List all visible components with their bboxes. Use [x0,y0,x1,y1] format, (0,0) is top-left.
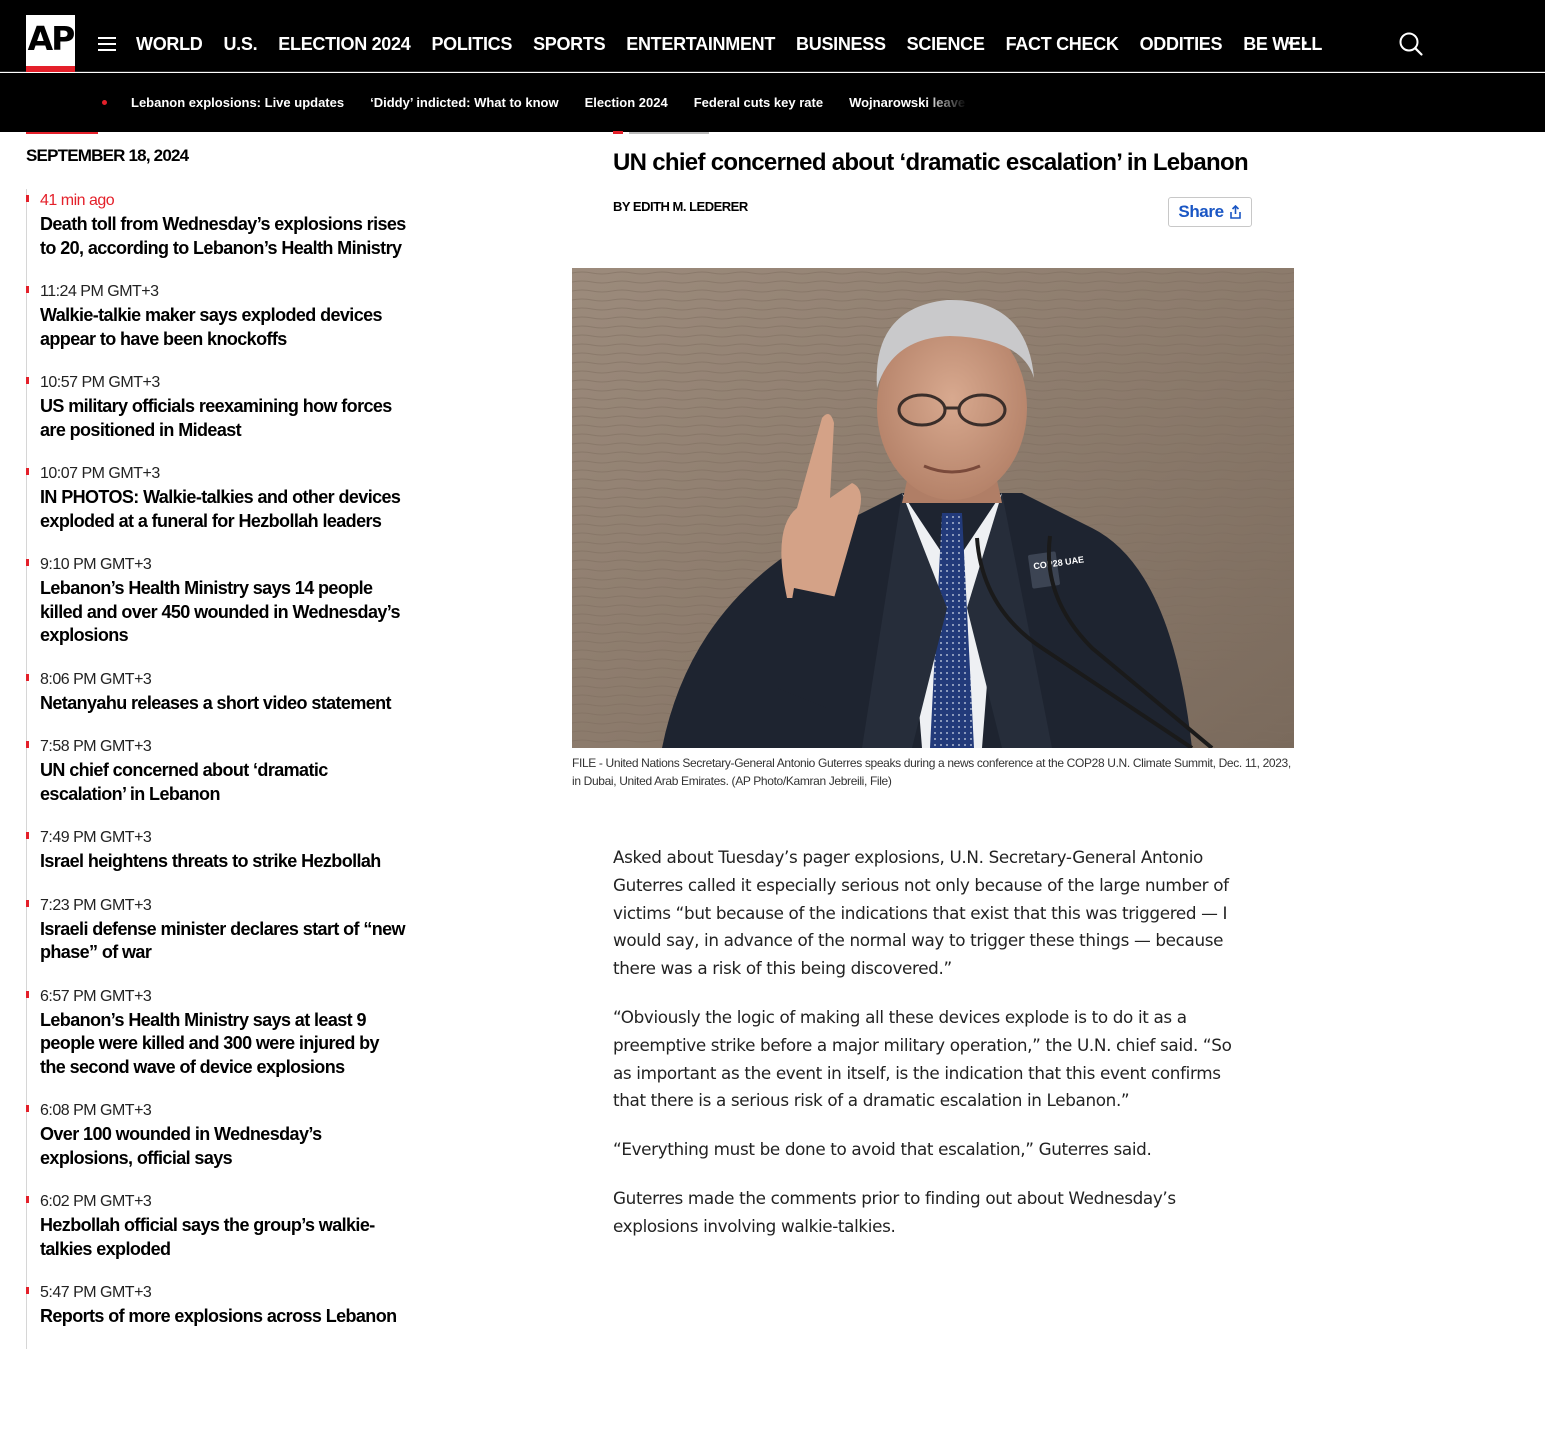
timeline-headline[interactable]: Netanyahu releases a short video stateme… [40,692,406,716]
nav-politics[interactable]: POLITICS [431,30,512,58]
timeline-time: 10:07 PM GMT+3 [40,465,160,482]
timeline-time: 11:24 PM GMT+3 [40,283,159,300]
article-body: Asked about Tuesday’s pager explosions, … [613,844,1253,1262]
timeline-item[interactable]: 6:57 PM GMT+3 Lebanon’s Health Ministry s… [26,984,406,1099]
article-title: UN chief concerned about ‘dramatic escal… [613,149,1249,176]
trending-list: Lebanon explosions: Live updates ‘Diddy’… [131,93,965,112]
timeline-time: 8:06 PM GMT+3 [40,670,152,688]
nav-oddities[interactable]: ODDITIES [1140,30,1223,58]
timeline-headline[interactable]: US military officials reexamining how fo… [40,395,406,442]
timeline-time: 9:10 PM GMT+3 [40,556,152,573]
timeline-item[interactable]: 11:24 PM GMT+3 Walkie-talkie maker says e… [26,280,406,371]
trending-item[interactable]: Federal cuts key rate [694,93,823,112]
timeline-time: 7:58 PM GMT+3 [40,738,152,755]
nav-election-2024[interactable]: ELECTION 2024 [278,30,410,58]
timeline-item[interactable]: 7:49 PM GMT+3 Israel heightens threats to… [26,826,406,894]
live-timeline: 41 min ago Death toll from Wednesday’s ex… [26,189,406,1349]
nav-us[interactable]: U.S. [223,30,257,58]
timeline-marker [26,673,29,681]
timeline-item[interactable]: 6:08 PM GMT+3 Over 100 wounded in Wednesd… [26,1099,406,1190]
timeline-item[interactable]: 5:47 PM GMT+3 Reports of more explosions … [26,1281,406,1349]
timeline-marker [26,832,29,839]
timeline-item[interactable]: 7:58 PM GMT+3 UN chief concerned about ‘d… [26,735,406,826]
paragraph: Asked about Tuesday’s pager explosions, … [613,847,1229,979]
timeline-item[interactable]: 7:23 PM GMT+3 Israeli defense minister de… [26,893,406,985]
timeline-date: SEPTEMBER 18, 2024 [26,146,189,165]
byline: BY EDITH M. LEDERER [613,199,748,214]
timeline-headline[interactable]: Hezbollah official says the group’s walk… [40,1214,406,1261]
nav-science[interactable]: SCIENCE [907,30,985,58]
section-nav: WORLD U.S. ELECTION 2024 POLITICS SPORTS… [136,30,1343,58]
nav-be-well[interactable]: BE WELL [1243,30,1322,58]
hamburger-menu-icon[interactable] [98,37,116,51]
timeline-item[interactable]: 10:07 PM GMT+3 IN PHOTOS: Walkie-talkies … [26,462,406,553]
timeline-marker [26,195,29,202]
timeline-item[interactable]: 41 min ago Death toll from Wednesday’s ex… [26,189,406,280]
timeline-item[interactable]: 8:06 PM GMT+3 Netanyahu releases a short … [26,667,406,735]
paragraph: “Everything must be done to avoid that e… [613,1139,1152,1160]
timeline-headline[interactable]: Walkie-talkie maker says exploded device… [40,304,406,351]
share-icon [1229,205,1241,219]
logo-red-bar [26,66,75,72]
timeline-headline[interactable]: IN PHOTOS: Walkie-talkies and other devi… [40,486,406,533]
logo-text: AP [27,19,76,58]
timeline-item[interactable]: 9:10 PM GMT+3 Lebanon’s Health Ministry s… [26,553,406,668]
timeline-item[interactable]: 10:57 PM GMT+3 US military officials reex… [26,371,406,462]
timeline-time: 7:49 PM GMT+3 [40,829,152,846]
timeline-marker [26,1105,29,1112]
timeline-marker [26,899,29,907]
share-label: Share [1178,202,1224,221]
trending-fade [925,89,967,117]
timeline-headline[interactable]: Israeli defense minister declares start … [40,918,406,965]
timeline-marker [26,1196,29,1203]
top-navigation: AP WORLD U.S. ELECTION 2024 POLITICS SPO… [0,0,1545,72]
share-button[interactable]: Share [1168,197,1252,227]
timeline-time: 6:08 PM GMT+3 [40,1102,152,1119]
timeline-item[interactable]: 6:02 PM GMT+3 Hezbollah official says the… [26,1190,406,1281]
trending-bar: Lebanon explosions: Live updates ‘Diddy’… [0,73,1545,132]
nav-fact-check[interactable]: FACT CHECK [1006,30,1119,58]
trending-item[interactable]: Lebanon explosions: Live updates [131,93,344,112]
article-photo[interactable]: COP28 UAE [572,268,1294,748]
paragraph: Guterres made the comments prior to find… [613,1187,1176,1236]
timeline-marker [26,468,29,475]
nav-world[interactable]: WORLD [136,30,203,58]
live-dot-icon [102,100,107,105]
timeline-headline[interactable]: Reports of more explosions across Lebano… [40,1305,406,1329]
photo-caption: FILE - United Nations Secretary-General … [572,756,1291,788]
timeline-marker [26,741,29,748]
timeline-marker [26,286,29,293]
more-menu-button[interactable]: ··· [1287,30,1310,58]
trending-item[interactable]: ‘Diddy’ indicted: What to know [370,93,559,112]
timeline-headline[interactable]: UN chief concerned about ‘dramatic escal… [40,759,406,806]
search-icon[interactable] [1398,31,1424,57]
timeline-headline[interactable]: Lebanon’s Health Ministry says 14 people… [40,577,406,648]
timeline-time: 10:57 PM GMT+3 [40,374,160,391]
ap-logo[interactable]: AP [26,15,75,72]
timeline-time: 6:57 PM GMT+3 [40,987,152,1005]
nav-business[interactable]: BUSINESS [796,30,886,58]
article-kicker [613,131,713,134]
timeline-time: 6:02 PM GMT+3 [40,1193,152,1210]
paragraph: “Obviously the logic of making all these… [613,1006,1232,1111]
nav-entertainment[interactable]: ENTERTAINMENT [626,30,775,58]
timeline-marker [26,990,29,998]
trending-item[interactable]: Election 2024 [585,93,668,112]
timeline-marker [26,377,29,384]
timeline-headline[interactable]: Israel heightens threats to strike Hezbo… [40,850,406,874]
timeline-marker [26,559,29,566]
timeline-headline[interactable]: Over 100 wounded in Wednesday’s explosio… [40,1123,406,1170]
timeline-tab-indicator [26,132,98,134]
timeline-time: 41 min ago [40,192,115,209]
timeline-marker [26,1287,29,1294]
timeline-time: 5:47 PM GMT+3 [40,1284,152,1301]
timeline-time: 7:23 PM GMT+3 [40,896,152,914]
timeline-headline[interactable]: Death toll from Wednesday’s explosions r… [40,213,406,260]
nav-sports[interactable]: SPORTS [533,30,606,58]
timeline-headline[interactable]: Lebanon’s Health Ministry says at least … [40,1009,406,1080]
